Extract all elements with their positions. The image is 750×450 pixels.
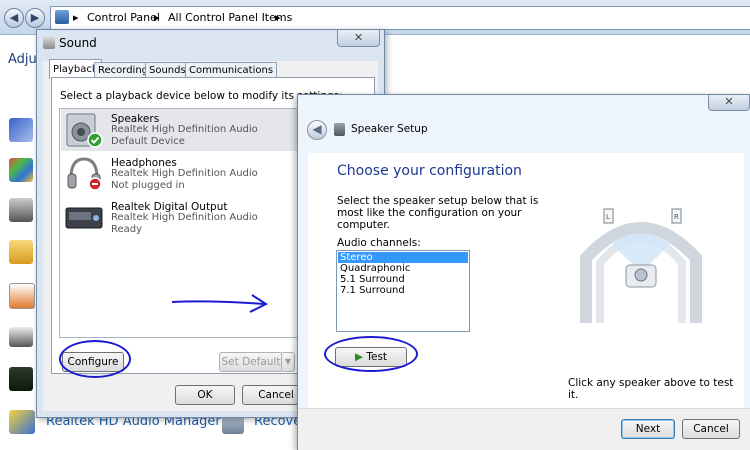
device-status: Ready (111, 224, 143, 235)
color-icon[interactable] (9, 158, 33, 182)
back-arrow-icon[interactable]: ◀ (4, 8, 24, 28)
list-item[interactable]: Headphones Realtek High Definition Audio… (61, 153, 301, 195)
set-default-button[interactable]: Set Default (219, 352, 283, 372)
annotation-oval (324, 336, 418, 372)
speaker-right-label: R (674, 213, 679, 221)
annotation-oval (59, 340, 131, 378)
tab-recording[interactable]: Recording (94, 62, 153, 78)
speaker-left-icon[interactable]: L (603, 208, 614, 224)
sound-dialog-title: Sound (59, 36, 97, 50)
audio-channels-list[interactable]: Stereo Quadraphonic 5.1 Surround 7.1 Sur… (336, 250, 470, 332)
device-driver: Realtek High Definition Audio (111, 168, 258, 179)
page-title: Choose your configuration (337, 163, 522, 179)
device-driver: Realtek High Definition Audio (111, 124, 258, 135)
list-item[interactable]: Realtek Digital Output Realtek High Defi… (61, 197, 301, 239)
address-bar[interactable]: ▸ Control Panel ▸ All Control Panel Item… (50, 6, 750, 30)
speaker-icon (43, 37, 55, 49)
channel-option-stereo[interactable]: Stereo (338, 252, 468, 263)
annotation-arrow (171, 294, 269, 313)
breadcrumb-sep: ▸ (73, 11, 79, 24)
speaker-right-icon[interactable]: R (671, 208, 682, 224)
speaker-left-label: L (606, 213, 610, 221)
tab-communications[interactable]: Communications (185, 62, 278, 78)
tab-sounds[interactable]: Sounds (145, 62, 190, 78)
breadcrumb-sep: ▸ (154, 11, 160, 24)
channel-option-quadraphonic[interactable]: Quadraphonic (338, 263, 468, 274)
speaker-icon (334, 123, 345, 136)
monitor-icon[interactable] (9, 367, 33, 391)
speaker-setup-content: Choose your configuration Select the spe… (308, 153, 744, 408)
cancel-button[interactable]: Cancel (682, 419, 740, 439)
channel-option-7-1[interactable]: 7.1 Surround (338, 285, 468, 296)
speaker-diagram: L R (580, 208, 702, 323)
device-status: Default Device (111, 136, 185, 147)
back-arrow-icon[interactable]: ◀ (307, 120, 327, 140)
wizard-footer: Next Cancel (298, 408, 750, 450)
realtek-icon[interactable] (9, 410, 35, 434)
speaker-setup-dialog: ✕ ◀ Speaker Setup Choose your configurat… (297, 94, 750, 450)
control-panel-icon (55, 10, 69, 24)
device-icon[interactable] (9, 198, 33, 222)
close-icon[interactable]: ✕ (337, 30, 380, 47)
test-hint: Click any speaker above to test it. (568, 377, 734, 401)
speakers-icon (65, 112, 103, 148)
digital-output-icon (65, 200, 103, 236)
headphones-icon (65, 156, 103, 192)
fonts-icon[interactable] (9, 240, 33, 264)
forward-arrow-icon[interactable]: ▶ (25, 8, 45, 28)
audio-channels-label: Audio channels: (337, 237, 421, 249)
breadcrumb-all-items[interactable]: All Control Panel Items (168, 11, 292, 24)
flag-icon[interactable] (9, 118, 33, 142)
next-button[interactable]: Next (621, 419, 675, 439)
breadcrumb-control-panel[interactable]: Control Panel (87, 11, 160, 24)
ok-button[interactable]: OK (175, 385, 235, 405)
device-driver: Realtek High Definition Audio (111, 212, 258, 223)
device-status: Not plugged in (111, 180, 185, 191)
channel-option-5-1[interactable]: 5.1 Surround (338, 274, 468, 285)
chevron-down-icon[interactable]: ▼ (281, 352, 295, 372)
close-icon[interactable]: ✕ (708, 95, 750, 111)
java-icon[interactable] (9, 283, 35, 309)
speaker-setup-title: Speaker Setup (351, 123, 428, 135)
setup-description: Select the speaker setup below that is m… (337, 195, 539, 231)
breadcrumb-sep: ▸ (275, 11, 281, 24)
page-heading-partial: Adju (8, 52, 37, 67)
keyboard-icon[interactable] (9, 327, 33, 347)
